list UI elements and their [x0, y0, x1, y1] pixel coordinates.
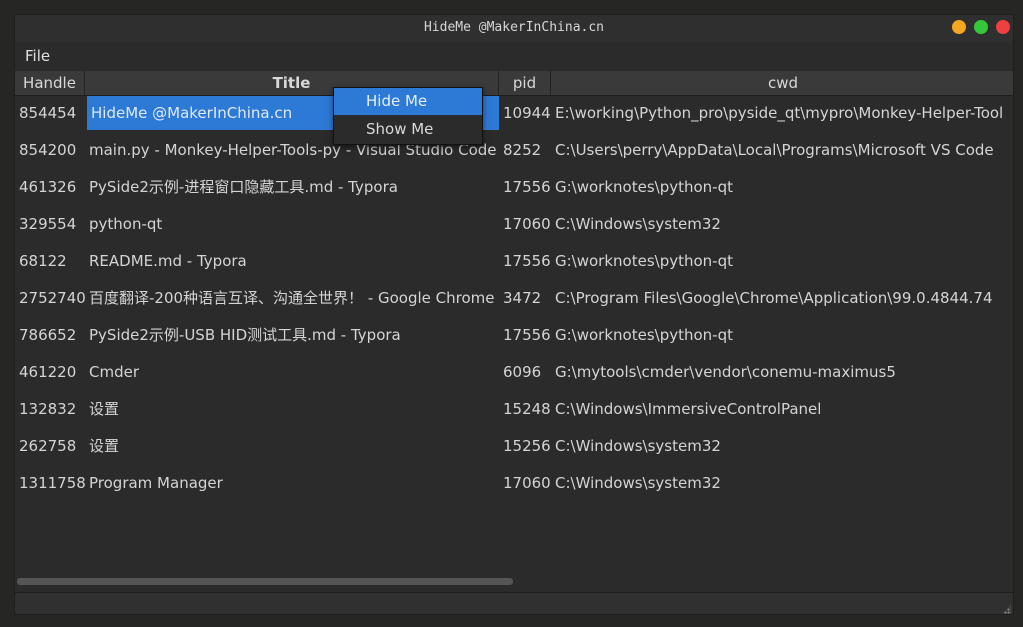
cell-pid[interactable]: 17556: [499, 169, 551, 206]
title-bar[interactable]: HideMe @MakerInChina.cn: [15, 15, 1013, 43]
cell-pid[interactable]: 15248: [499, 391, 551, 428]
cell-title[interactable]: Program Manager: [85, 465, 499, 502]
context-menu-item-hide-me[interactable]: Hide Me: [334, 88, 482, 115]
cell-cwd[interactable]: C:\Program Files\Google\Chrome\Applicati…: [551, 280, 1013, 317]
cell-cwd[interactable]: G:\worknotes\python-qt: [551, 243, 1013, 280]
column-header-cwd[interactable]: cwd: [551, 71, 1013, 95]
cell-handle[interactable]: 262758: [15, 428, 85, 465]
cell-cwd[interactable]: C:\Windows\system32: [551, 428, 1013, 465]
cell-title[interactable]: 百度翻译-200种语言互译、沟通全世界！ - Google Chrome: [85, 280, 499, 317]
cell-pid[interactable]: 17556: [499, 317, 551, 354]
cell-title[interactable]: README.md - Typora: [85, 243, 499, 280]
table-row[interactable]: 461326 PySide2示例-进程窗口隐藏工具.md - Typora 1755…: [15, 169, 1013, 206]
cell-pid[interactable]: 17060: [499, 465, 551, 502]
cell-pid[interactable]: 17556: [499, 243, 551, 280]
cell-handle[interactable]: 854454: [15, 95, 85, 132]
cell-title[interactable]: 设置: [85, 391, 499, 428]
cell-title[interactable]: Cmder: [85, 354, 499, 391]
window-title: HideMe @MakerInChina.cn: [423, 20, 604, 35]
table-row[interactable]: 786652 PySide2示例-USB HID测试工具.md - Typora 1…: [15, 317, 1013, 354]
cell-cwd[interactable]: E:\working\Python_pro\pyside_qt\mypro\Mo…: [551, 95, 1013, 132]
cell-handle[interactable]: 2752740: [15, 280, 85, 317]
cell-handle[interactable]: 854200: [15, 132, 85, 169]
table-row[interactable]: 854454 HideMe @MakerInChina.cn 10944 E:\wor…: [15, 95, 1013, 132]
table-row[interactable]: 854200 main.py - Monkey-Helper-Tools-py -…: [15, 132, 1013, 169]
close-button[interactable]: [996, 20, 1010, 34]
table-header: Handle Title pid cwd: [15, 71, 1013, 96]
table-row[interactable]: 132832 设置 15248 C:\Windows\ImmersiveControl…: [15, 391, 1013, 428]
table-row[interactable]: 262758 设置 15256 C:\Windows\system32: [15, 428, 1013, 465]
cell-pid[interactable]: 3472: [499, 280, 551, 317]
cell-pid[interactable]: 8252: [499, 132, 551, 169]
minimize-button[interactable]: [952, 20, 966, 34]
cell-pid[interactable]: 6096: [499, 354, 551, 391]
cell-cwd[interactable]: G:\worknotes\python-qt: [551, 169, 1013, 206]
cell-handle[interactable]: 329554: [15, 206, 85, 243]
status-bar: [15, 592, 1013, 614]
cell-pid[interactable]: 10944: [499, 95, 551, 132]
cell-cwd[interactable]: C:\Windows\ImmersiveControlPanel: [551, 391, 1013, 428]
cell-handle[interactable]: 461220: [15, 354, 85, 391]
cell-handle[interactable]: 132832: [15, 391, 85, 428]
cell-handle[interactable]: 1311758: [15, 465, 85, 502]
context-menu: Hide Me Show Me: [333, 87, 483, 145]
cell-title[interactable]: 设置: [85, 428, 499, 465]
horizontal-scrollbar[interactable]: [17, 577, 1013, 587]
cell-pid[interactable]: 17060: [499, 206, 551, 243]
menu-bar: File: [15, 43, 1013, 69]
cell-pid[interactable]: 15256: [499, 428, 551, 465]
cell-cwd[interactable]: C:\Users\perry\AppData\Local\Programs\Mi…: [551, 132, 1013, 169]
column-header-pid[interactable]: pid: [499, 71, 551, 95]
context-menu-item-show-me[interactable]: Show Me: [334, 116, 482, 143]
table-row[interactable]: 329554 python-qt 17060 C:\Windows\system32: [15, 206, 1013, 243]
table-row[interactable]: 2752740 百度翻译-200种语言互译、沟通全世界！ - Google Chr…: [15, 280, 1013, 317]
cell-title[interactable]: PySide2示例-进程窗口隐藏工具.md - Typora: [85, 169, 499, 206]
table-row[interactable]: 1311758 Program Manager 17060 C:\Windows\sy…: [15, 465, 1013, 502]
column-header-handle[interactable]: Handle: [15, 71, 85, 95]
cell-handle[interactable]: 461326: [15, 169, 85, 206]
table-row[interactable]: 461220 Cmder 6096 G:\mytools\cmder\vendor\c…: [15, 354, 1013, 391]
cell-title[interactable]: python-qt: [85, 206, 499, 243]
cell-handle[interactable]: 68122: [15, 243, 85, 280]
scrollbar-thumb[interactable]: [17, 578, 513, 585]
cell-cwd[interactable]: G:\worknotes\python-qt: [551, 317, 1013, 354]
app-window: HideMe @MakerInChina.cn File Handle Titl…: [14, 14, 1014, 615]
cell-cwd[interactable]: G:\mytools\cmder\vendor\conemu-maximus5: [551, 354, 1013, 391]
maximize-button[interactable]: [974, 20, 988, 34]
resize-grip-icon[interactable]: [1001, 605, 1011, 614]
menu-file[interactable]: File: [25, 47, 50, 65]
cell-cwd[interactable]: C:\Windows\system32: [551, 206, 1013, 243]
cell-handle[interactable]: 786652: [15, 317, 85, 354]
cell-cwd[interactable]: C:\Windows\system32: [551, 465, 1013, 502]
cell-title[interactable]: PySide2示例-USB HID测试工具.md - Typora: [85, 317, 499, 354]
table-row[interactable]: 68122 README.md - Typora 17556 G:\worknotes…: [15, 243, 1013, 280]
